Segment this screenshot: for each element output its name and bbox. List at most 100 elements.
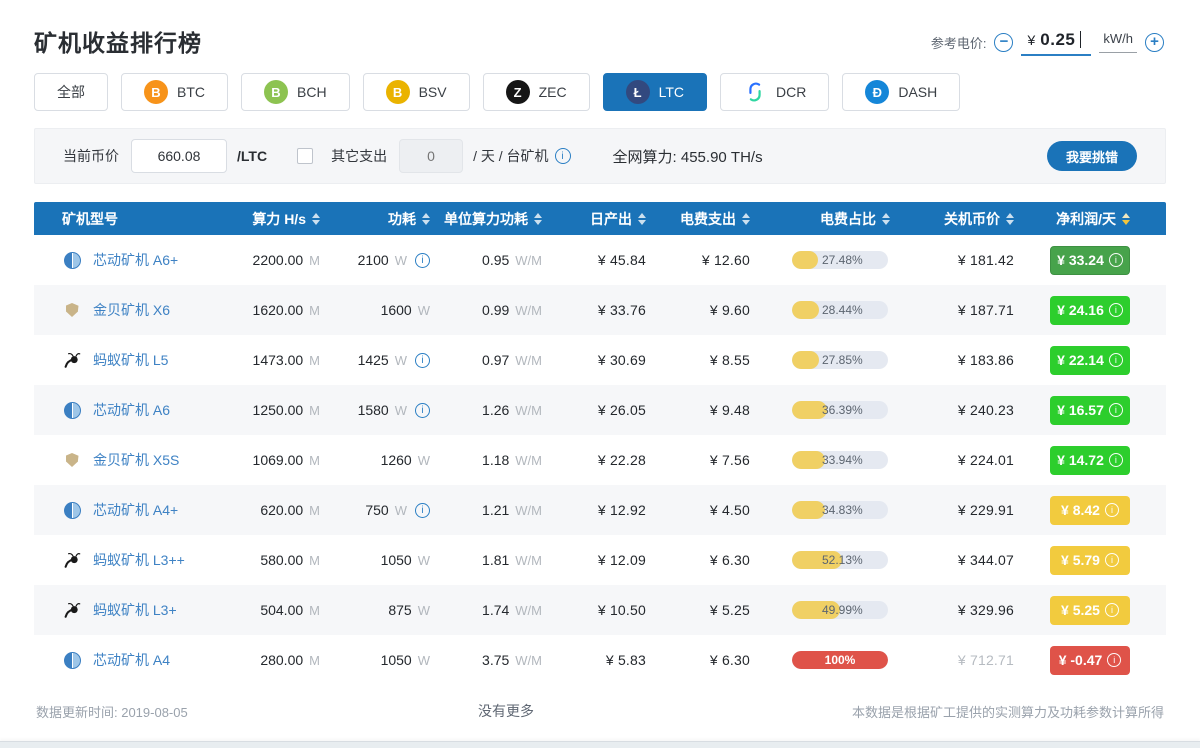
profit-info-icon[interactable]: i: [1109, 303, 1123, 317]
power-info-icon[interactable]: i: [415, 403, 430, 418]
ltc-icon: Ł: [626, 80, 650, 104]
power-info-icon[interactable]: i: [415, 253, 430, 268]
net-profit-badge[interactable]: ¥ 8.42i: [1050, 496, 1130, 525]
unit-power-value: 3.75: [482, 652, 509, 668]
header-electricity_pct[interactable]: 电费占比: [750, 209, 890, 229]
antminer-icon: [62, 351, 82, 369]
sort-carets-icon: [422, 213, 430, 225]
report-error-button[interactable]: 我要挑错: [1047, 141, 1137, 171]
daily-output-cell: ¥ 10.50: [542, 602, 646, 618]
yen-symbol: ¥: [1027, 32, 1035, 48]
increase-price-button[interactable]: +: [1145, 33, 1164, 52]
header-shutdown_price[interactable]: 关机币价: [890, 209, 1014, 229]
coin-price-input[interactable]: [131, 139, 227, 173]
header-hashrate[interactable]: 算力 H/s: [248, 209, 320, 229]
sort-asc-icon: [1122, 213, 1130, 218]
net-profit-badge[interactable]: ¥ 33.24i: [1050, 246, 1130, 275]
sort-carets-icon: [882, 213, 890, 225]
profit-info-icon[interactable]: i: [1105, 603, 1119, 617]
unit-power-cell: 1.81W/M: [430, 552, 542, 568]
miner-model-link[interactable]: 金贝矿机 X6: [93, 300, 170, 320]
net-profit-badge[interactable]: ¥ -0.47i: [1050, 646, 1130, 675]
miner-model-link[interactable]: 金贝矿机 X5S: [93, 450, 179, 470]
network-hashrate-label: 全网算力:: [613, 149, 677, 166]
header-electricity_cost[interactable]: 电费支出: [646, 209, 750, 229]
shutdown-price-value: ¥ 712.71: [958, 652, 1014, 668]
other-cost-input[interactable]: [399, 139, 463, 173]
header-power[interactable]: 功耗: [320, 209, 430, 229]
profit-info-icon[interactable]: i: [1105, 503, 1119, 517]
daily-output-cell: ¥ 33.76: [542, 302, 646, 318]
innosilicon-logo-icon: [64, 252, 81, 269]
net-profit-cell: ¥ 24.16i: [1014, 296, 1130, 325]
profit-info-icon[interactable]: i: [1107, 653, 1121, 667]
net-profit-badge[interactable]: ¥ 5.25i: [1050, 596, 1130, 625]
net-profit-badge[interactable]: ¥ 24.16i: [1050, 296, 1130, 325]
miner-model-link[interactable]: 芯动矿机 A4+: [93, 500, 178, 520]
other-cost-label: 其它支出: [331, 146, 387, 166]
top-bar: 矿机收益排行榜 参考电价: − ¥0.25 kW/h +: [0, 0, 1200, 58]
miner-model-link[interactable]: 蚂蚁矿机 L5: [93, 350, 168, 370]
electricity-pct-bar: 49.99%: [792, 601, 888, 619]
daily-output-cell: ¥ 12.92: [542, 502, 646, 518]
net-profit-cell: ¥ 33.24i: [1014, 246, 1130, 275]
power-info-icon[interactable]: i: [415, 353, 430, 368]
power-info-icon[interactable]: i: [415, 503, 430, 518]
decrease-price-button[interactable]: −: [994, 33, 1013, 52]
power-cell: 2100Wi: [320, 252, 430, 268]
hashrate-cell: 1473.00M: [248, 352, 320, 368]
header-daily_output[interactable]: 日产出: [542, 209, 646, 229]
coin-price-label: 当前币价: [63, 146, 119, 166]
profit-info-icon[interactable]: i: [1109, 353, 1123, 367]
electricity-cost-cell: ¥ 6.30: [646, 552, 750, 568]
profit-info-icon[interactable]: i: [1109, 453, 1123, 467]
net-profit-badge[interactable]: ¥ 22.14i: [1050, 346, 1130, 375]
net-profit-badge[interactable]: ¥ 16.57i: [1050, 396, 1130, 425]
profit-info-icon[interactable]: i: [1105, 553, 1119, 567]
header-unit_power[interactable]: 单位算力功耗: [430, 209, 542, 229]
miner-model-link[interactable]: 芯动矿机 A6: [93, 400, 170, 420]
miner-model-link[interactable]: 芯动矿机 A6+: [93, 250, 178, 270]
tab-ltc[interactable]: ŁLTC: [603, 73, 707, 111]
unit-power-cell: 1.18W/M: [430, 452, 542, 468]
unit-power-value: 0.97: [482, 352, 509, 368]
hashrate-value: 1620.00: [253, 302, 304, 318]
tab-dcr[interactable]: DCR: [720, 73, 829, 111]
profit-info-icon[interactable]: i: [1109, 253, 1123, 267]
tab-bch[interactable]: BBCH: [241, 73, 350, 111]
sort-desc-icon: [1006, 220, 1014, 225]
electricity-price-label: 参考电价:: [931, 33, 987, 52]
tab-btc[interactable]: BBTC: [121, 73, 228, 111]
miner-model-link[interactable]: 芯动矿机 A4: [93, 650, 170, 670]
net-profit-cell: ¥ 5.25i: [1014, 596, 1130, 625]
electricity-price-control: 参考电价: − ¥0.25 kW/h +: [931, 28, 1164, 58]
table-row: 芯动矿机 A4280.00M1050W3.75W/M¥ 5.83¥ 6.3010…: [34, 635, 1166, 685]
unit-power-cell: 0.97W/M: [430, 352, 542, 368]
table-row: 芯动矿机 A6+2200.00M2100Wi0.95W/M¥ 45.84¥ 12…: [34, 235, 1166, 285]
tab-bsv[interactable]: BBSV: [363, 73, 470, 111]
power-unit: W: [395, 403, 407, 418]
hashrate-unit: M: [309, 403, 320, 418]
header-net_profit[interactable]: 净利润/天: [1014, 209, 1130, 229]
net-profit-value: ¥ 5.79: [1061, 552, 1100, 568]
sort-desc-icon: [534, 220, 542, 225]
other-cost-checkbox[interactable]: [297, 148, 313, 164]
sort-desc-icon: [312, 220, 320, 225]
electricity-pct-fill: [792, 251, 818, 269]
model-cell: 蚂蚁矿机 L3+: [62, 600, 248, 620]
table-body: 芯动矿机 A6+2200.00M2100Wi0.95W/M¥ 45.84¥ 12…: [0, 235, 1200, 685]
net-profit-badge[interactable]: ¥ 14.72i: [1050, 446, 1130, 475]
tab-dash[interactable]: ĐDASH: [842, 73, 960, 111]
net-profit-badge[interactable]: ¥ 5.79 i: [1050, 546, 1130, 575]
power-unit: W: [418, 453, 430, 468]
miner-model-link[interactable]: 蚂蚁矿机 L3+: [93, 600, 177, 620]
tab-all[interactable]: 全部: [34, 73, 108, 111]
miner-model-link[interactable]: 蚂蚁矿机 L3++: [93, 550, 185, 570]
daily-output-value: ¥ 26.05: [598, 402, 646, 418]
electricity-price-input[interactable]: ¥0.25: [1021, 28, 1091, 56]
profit-info-icon[interactable]: i: [1109, 403, 1123, 417]
shutdown-price-value: ¥ 224.01: [958, 452, 1014, 468]
tab-zec[interactable]: ZZEC: [483, 73, 590, 111]
other-cost-info-icon[interactable]: i: [555, 148, 571, 164]
hashrate-unit: M: [309, 503, 320, 518]
